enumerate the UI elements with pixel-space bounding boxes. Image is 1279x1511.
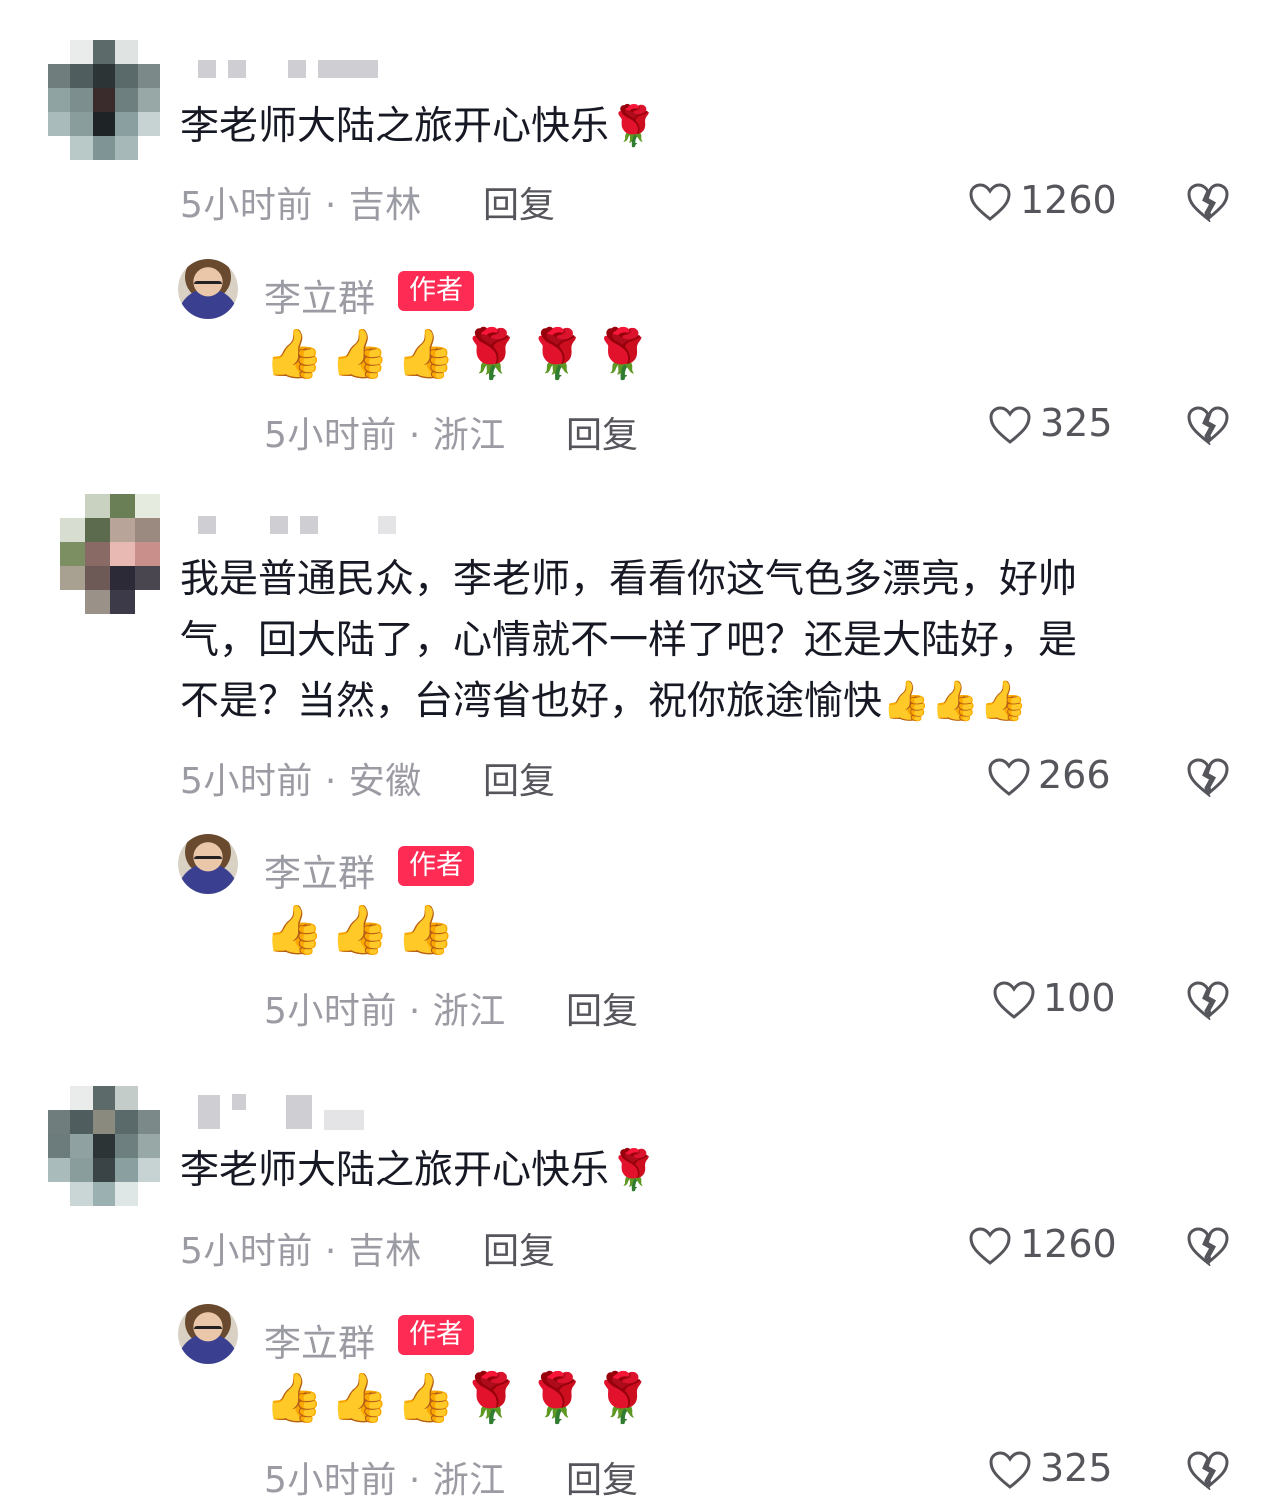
reply-button[interactable]: 回复	[483, 176, 555, 228]
heart-outline-icon[interactable]	[988, 405, 1032, 445]
reply-button[interactable]: 回复	[566, 982, 638, 1034]
user-avatar-blurred[interactable]	[48, 40, 160, 160]
username-blurred[interactable]	[198, 1094, 364, 1130]
reply-button[interactable]: 回复	[566, 1451, 638, 1503]
comment-text: 李老师大陆之旅开心快乐🌹	[180, 104, 658, 149]
user-avatar-blurred[interactable]	[60, 494, 160, 614]
like-count: 1260	[1020, 178, 1117, 222]
reply-button[interactable]: 回复	[483, 752, 555, 804]
broken-heart-icon[interactable]	[1186, 1226, 1230, 1266]
author-badge: 作者	[398, 271, 474, 311]
broken-heart-icon[interactable]	[1186, 1450, 1230, 1490]
comment-text-line-1: 我是普通民众，李老师，看看你这气色多漂亮，好帅	[180, 557, 1078, 602]
username-blurred[interactable]	[198, 58, 378, 80]
comment-text-line-2: 气，回大陆了，心情就不一样了吧？还是大陆好，是	[180, 618, 1078, 663]
like-count: 325	[1040, 401, 1113, 445]
author-avatar[interactable]	[178, 259, 238, 319]
reply-text: 👍👍👍🌹🌹🌹	[264, 1370, 659, 1426]
author-avatar[interactable]	[178, 834, 238, 894]
reply-meta: 5小时前 · 浙江	[264, 991, 506, 1032]
comment-meta: 5小时前 · 吉林	[180, 1231, 422, 1272]
reply-meta: 5小时前 · 浙江	[264, 1460, 506, 1501]
author-name[interactable]: 李立群	[264, 1313, 375, 1367]
comment-meta: 5小时前 · 吉林	[180, 185, 422, 226]
like-count: 1260	[1020, 1222, 1117, 1266]
heart-outline-icon[interactable]	[988, 1450, 1032, 1490]
heart-outline-icon[interactable]	[968, 1226, 1012, 1266]
broken-heart-icon[interactable]	[1186, 405, 1230, 445]
author-name[interactable]: 李立群	[264, 268, 375, 322]
author-badge: 作者	[398, 846, 474, 886]
reply-text: 👍👍👍	[264, 902, 462, 958]
like-count: 325	[1040, 1446, 1113, 1490]
reply-button[interactable]: 回复	[566, 406, 638, 458]
heart-outline-icon[interactable]	[992, 980, 1036, 1020]
like-count: 266	[1038, 753, 1111, 797]
reply-button[interactable]: 回复	[483, 1222, 555, 1274]
author-badge: 作者	[398, 1315, 474, 1355]
heart-outline-icon[interactable]	[968, 182, 1012, 222]
comment-meta: 5小时前 · 安徽	[180, 761, 422, 802]
reply-meta: 5小时前 · 浙江	[264, 415, 506, 456]
reply-text: 👍👍👍🌹🌹🌹	[264, 326, 659, 382]
heart-outline-icon[interactable]	[987, 757, 1031, 797]
author-name[interactable]: 李立群	[264, 843, 375, 897]
author-avatar[interactable]	[178, 1304, 238, 1364]
broken-heart-icon[interactable]	[1186, 182, 1230, 222]
like-count: 100	[1043, 976, 1116, 1020]
user-avatar-blurred[interactable]	[48, 1086, 160, 1206]
username-blurred[interactable]	[198, 514, 396, 536]
comment-text: 李老师大陆之旅开心快乐🌹	[180, 1148, 658, 1193]
broken-heart-icon[interactable]	[1186, 757, 1230, 797]
comment-text-line-3: 不是？当然，台湾省也好，祝你旅途愉快👍👍👍	[180, 679, 1028, 724]
broken-heart-icon[interactable]	[1186, 980, 1230, 1020]
